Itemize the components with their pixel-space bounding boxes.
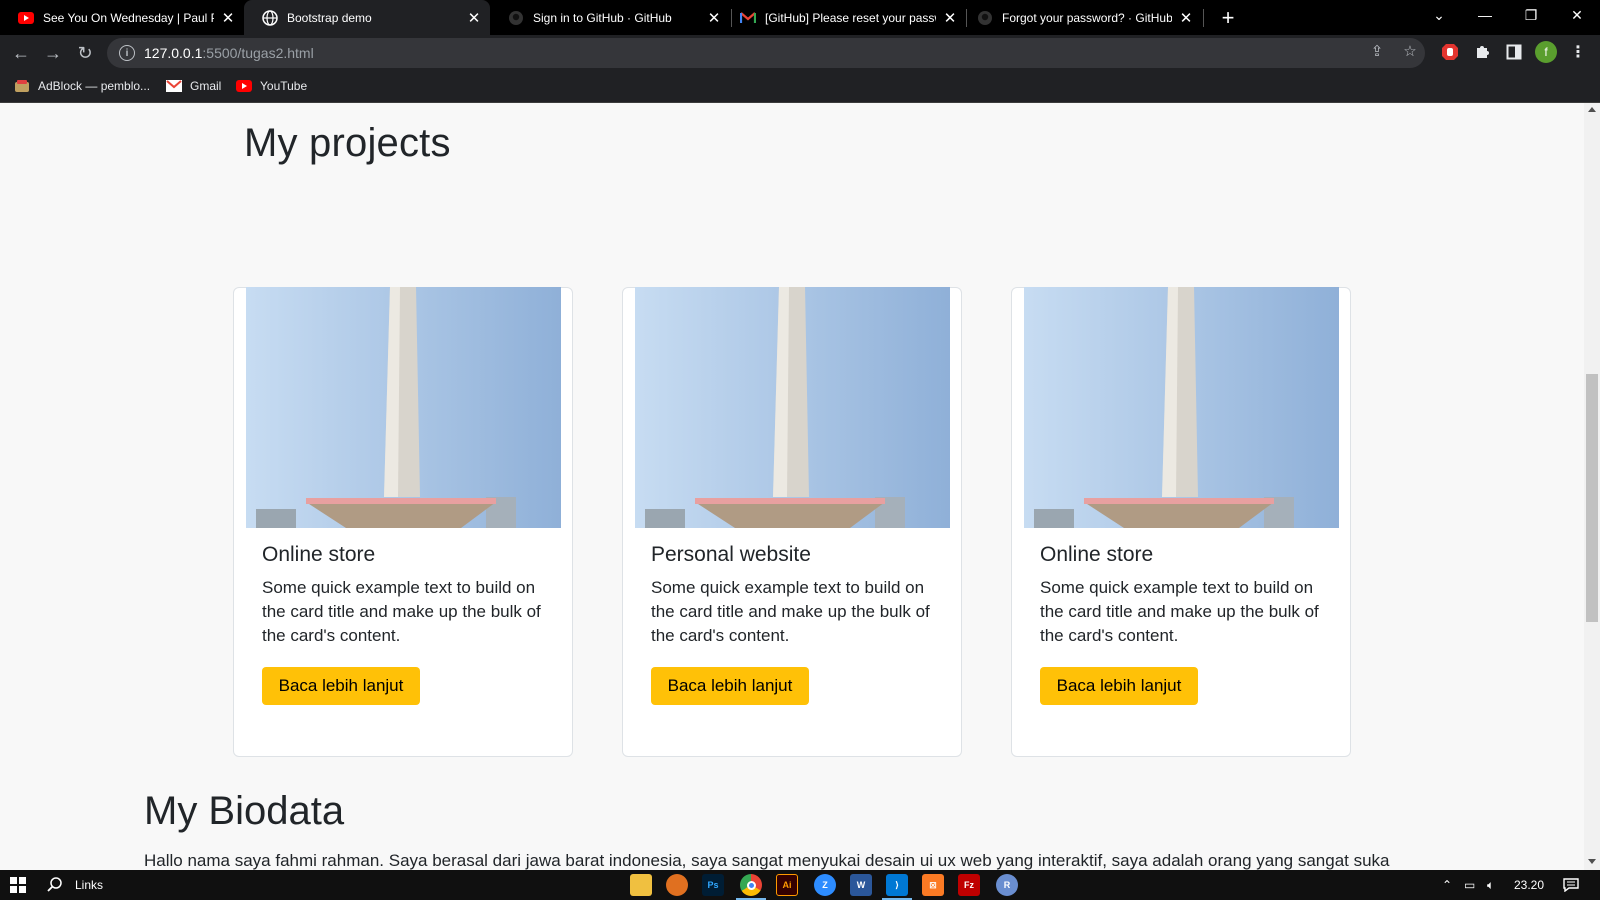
biodata-text: Hallo nama saya fahmi rahman. Saya beras… [144,851,1390,870]
url-host: 127.0.0.1 [144,45,203,61]
bookmark-star-icon[interactable]: ☆ [1401,42,1419,60]
gmail-icon [166,79,182,93]
browser-toolbar: ← → ↻ i 127.0.0.1:5500/tugas2.html ⇪ ☆ f… [0,35,1600,70]
read-more-button[interactable]: Baca lebih lanjut [1040,667,1198,705]
bookmark-label: AdBlock — pemblo... [38,79,151,93]
extensions-puzzle-icon[interactable] [1471,41,1493,63]
card-text: Some quick example text to build on the … [262,578,541,645]
more-menu-icon[interactable]: ⋮ [1567,41,1589,63]
tab-separator [1203,9,1204,27]
xampp-icon[interactable]: ⊠ [922,874,944,896]
profile-avatar[interactable]: f [1535,41,1557,63]
address-bar[interactable]: i 127.0.0.1:5500/tugas2.html [107,38,1425,68]
search-icon[interactable] [46,876,64,894]
github-icon [508,10,524,26]
monument-image [635,287,950,528]
close-tab-icon[interactable]: ✕ [706,10,722,27]
close-window-button[interactable]: ✕ [1554,0,1600,30]
notification-icon[interactable] [1563,878,1579,895]
tab-title: Sign in to GitHub · GitHub [533,10,672,25]
monument-image [1024,287,1339,528]
back-button[interactable]: ← [6,38,36,68]
tab-search-icon[interactable]: ⌄ [1416,0,1462,30]
adblock-extension-icon[interactable] [1439,41,1461,63]
forward-button[interactable]: → [38,38,68,68]
project-card: Online store Some quick example text to … [233,287,573,757]
illustrator-icon[interactable]: Ai [776,874,798,896]
gmail-icon [740,10,756,26]
scrollbar-thumb[interactable] [1586,374,1598,622]
card-text: Some quick example text to build on the … [651,578,930,645]
url-text: 127.0.0.1:5500/tugas2.html [144,45,314,61]
adblock-icon [14,79,30,93]
windows-start-icon[interactable] [10,877,26,893]
bookmark-label: YouTube [260,79,308,93]
read-more-button[interactable]: Baca lebih lanjut [262,667,420,705]
photoshop-icon[interactable]: Ps [702,874,724,896]
monument-image [246,287,561,528]
bookmark-youtube[interactable]: YouTube [236,77,307,95]
windows-taskbar: Links Ps Ai Z W ⟩ ⊠ Fz R ⌃ ▭ 🔈︎ 23.20 [0,870,1600,900]
tab-title: See You On Wednesday | Paul Pa [43,10,214,25]
reload-button[interactable]: ↻ [70,38,100,68]
bookmarks-bar: AdBlock — pemblo... Gmail YouTube [0,70,1600,103]
close-tab-icon[interactable]: ✕ [942,10,958,27]
links-toolbar-label[interactable]: Links [75,878,103,892]
volume-icon[interactable]: 🔈︎ [1487,878,1494,893]
bookmark-gmail[interactable]: Gmail [166,77,221,95]
minimize-button[interactable]: — [1462,0,1508,30]
url-path: :5500/tugas2.html [202,45,314,61]
chrome-icon[interactable] [736,874,766,900]
site-info-icon[interactable]: i [119,45,135,61]
youtube-icon [236,79,252,93]
zoom-icon[interactable]: Z [814,874,836,896]
filezilla-icon[interactable]: Fz [958,874,980,896]
page-viewport: My projects Online store Some quick exam… [0,103,1584,870]
tab-title: Bootstrap demo [287,10,372,25]
profile-initial: f [1535,41,1557,63]
new-tab-button[interactable]: + [1214,4,1242,32]
read-more-button[interactable]: Baca lebih lanjut [651,667,809,705]
card-title: Online store [1040,543,1154,566]
network-icon[interactable]: ▭ [1464,878,1475,892]
tab-strip: See You On Wednesday | Paul Pa ✕ Bootstr… [0,0,1600,35]
bookmark-adblock[interactable]: AdBlock — pemblo... [14,77,150,95]
tab-bootstrap-demo[interactable]: Bootstrap demo ✕ [244,0,490,35]
card-title: Online store [262,543,376,566]
close-tab-icon[interactable]: ✕ [466,10,482,27]
scroll-up-arrow-icon[interactable] [1588,107,1596,112]
fl-studio-icon[interactable] [666,874,688,896]
vscode-icon[interactable]: ⟩ [882,874,912,900]
scroll-down-arrow-icon[interactable] [1588,859,1596,864]
page-scrollbar[interactable] [1584,103,1600,870]
card-text: Some quick example text to build on the … [1040,578,1319,645]
project-card: Personal website Some quick example text… [622,287,962,757]
restore-button[interactable]: ❐ [1508,0,1554,30]
share-icon[interactable]: ⇪ [1368,42,1386,60]
biodata-heading: My Biodata [144,789,345,833]
card-title: Personal website [651,543,811,566]
file-explorer-icon[interactable] [630,874,652,896]
globe-icon [262,9,278,26]
tab-title: Forgot your password? · GitHub [1002,10,1172,25]
r-icon[interactable]: R [996,874,1018,896]
tab-github-forgot[interactable]: Forgot your password? · GitHub ✕ [967,0,1202,35]
youtube-icon [18,10,34,26]
project-card: Online store Some quick example text to … [1011,287,1351,757]
bookmark-label: Gmail [190,79,222,93]
tab-youtube[interactable]: See You On Wednesday | Paul Pa ✕ [0,0,244,35]
projects-heading: My projects [244,121,451,165]
tab-title: [GitHub] Please reset your passw [765,10,936,25]
clock[interactable]: 23.20 [1514,878,1544,892]
close-tab-icon[interactable]: ✕ [220,10,236,27]
tab-gmail[interactable]: [GitHub] Please reset your passw ✕ [732,0,966,35]
github-icon [977,10,993,26]
show-hidden-icons-icon[interactable]: ⌃ [1442,878,1452,892]
side-panel-icon[interactable] [1503,41,1525,63]
close-tab-icon[interactable]: ✕ [1178,10,1194,27]
tab-github-signin[interactable]: Sign in to GitHub · GitHub ✕ [490,0,730,35]
word-icon[interactable]: W [850,874,872,896]
